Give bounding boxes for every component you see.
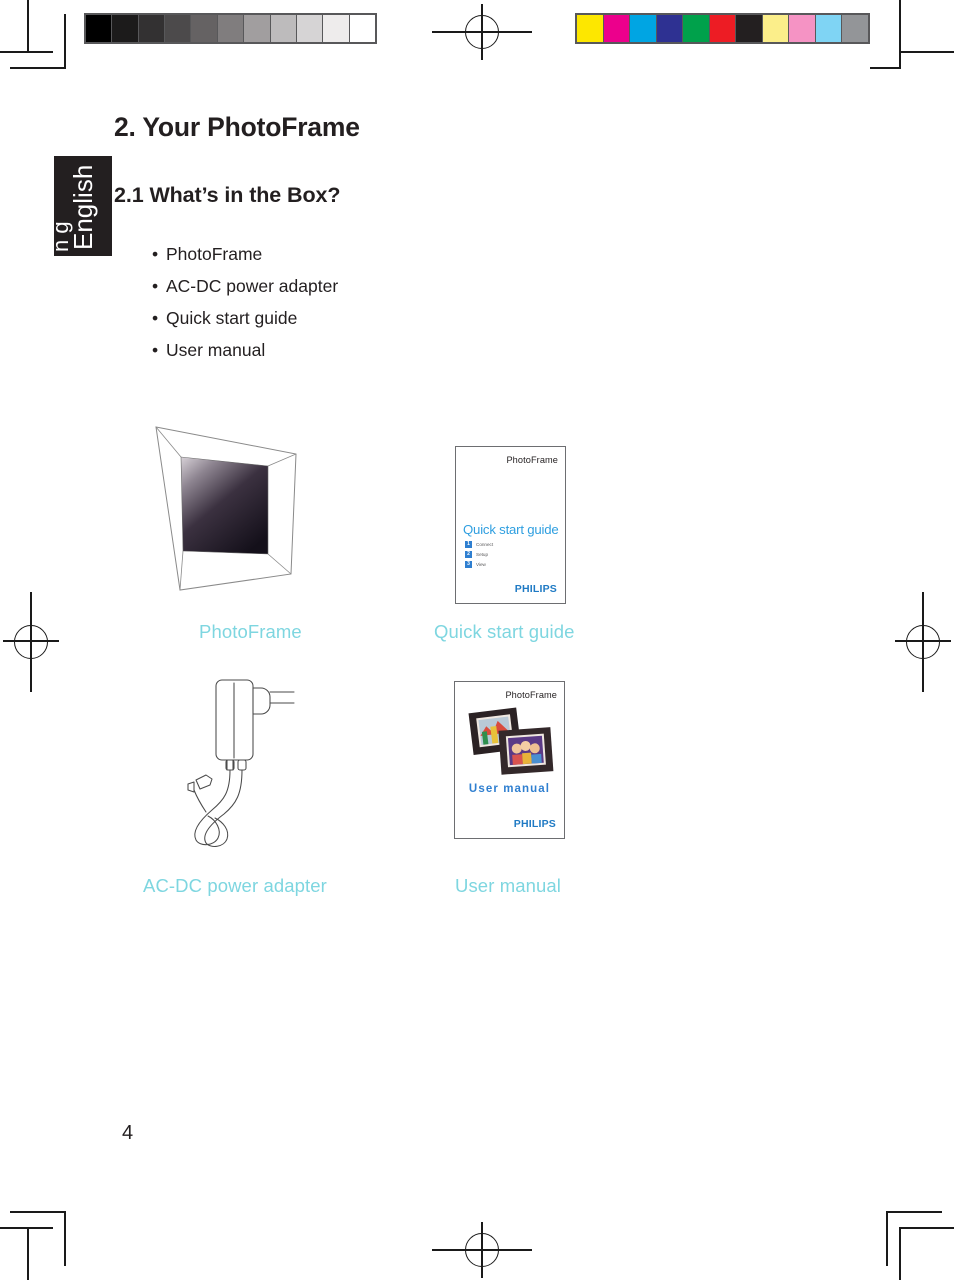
photoframe-illustration <box>148 418 328 603</box>
philips-logo: PHILIPS <box>513 818 556 830</box>
caption-ac-dc-power-adapter: AC-DC power adapter <box>143 875 327 896</box>
booklet-step-row: 3 View <box>465 561 493 569</box>
user-manual-cover-image <box>467 704 557 787</box>
bullet-icon: • <box>152 244 159 264</box>
booklet-step-number: 2 <box>465 551 472 559</box>
caption-photoframe: PhotoFrame <box>199 621 302 642</box>
list-item-label: AC-DC power adapter <box>166 276 339 296</box>
booklet-title: Quick start guide <box>463 522 559 537</box>
section-title: 2.1 What’s in the Box? <box>114 183 341 207</box>
booklet-step-row: 2 Setup <box>465 551 493 559</box>
booklet-brand-word: PhotoFrame <box>506 455 558 465</box>
booklet-step-label: Connect <box>476 542 494 547</box>
list-item: • Quick start guide <box>152 302 338 334</box>
booklet-title: User manual <box>468 783 551 795</box>
booklet-steps-list: 1 Connect 2 Setup 3 View <box>465 541 493 569</box>
power-adapter-icon <box>187 679 295 848</box>
bullet-icon: • <box>152 308 159 328</box>
box-contents-list: • PhotoFrame • AC-DC power adapter • Quick st… <box>152 238 338 366</box>
list-item-label: Quick start guide <box>166 308 298 328</box>
list-item: • AC-DC power adapter <box>152 270 338 302</box>
list-item: • PhotoFrame <box>152 238 338 270</box>
booklet-step-number: 1 <box>465 541 472 548</box>
photoframe-icon <box>155 426 297 591</box>
page-number: 4 <box>122 1122 134 1144</box>
quick-start-guide-thumbnail: PhotoFrame Quick start guide 1 Connect 2 Se… <box>455 446 566 604</box>
page-content: n g English 2. Your PhotoFrame 2.1 What’… <box>0 0 954 1280</box>
bullet-icon: • <box>152 276 159 296</box>
booklet-step-row: 1 Connect <box>465 541 493 548</box>
bullet-icon: • <box>152 340 159 360</box>
caption-quick-start-guide: Quick start guide <box>434 621 575 642</box>
list-item: • User manual <box>152 334 338 366</box>
power-adapter-illustration <box>172 672 300 850</box>
philips-logo: PHILIPS <box>514 583 557 595</box>
caption-user-manual: User manual <box>455 875 561 896</box>
two-photoframes-icon <box>468 707 554 775</box>
list-item-label: PhotoFrame <box>166 244 263 264</box>
page-title: 2. Your PhotoFrame <box>114 112 360 142</box>
list-item-label: User manual <box>166 340 266 360</box>
booklet-step-label: Setup <box>476 552 489 558</box>
user-manual-thumbnail: PhotoFrame User manual PHILIPS <box>454 681 565 839</box>
language-tab: n g English <box>54 156 112 256</box>
booklet-step-label: View <box>476 562 486 568</box>
booklet-brand-word: PhotoFrame <box>505 690 557 700</box>
booklet-step-number: 3 <box>465 561 472 569</box>
language-tab-label: English <box>68 164 98 250</box>
